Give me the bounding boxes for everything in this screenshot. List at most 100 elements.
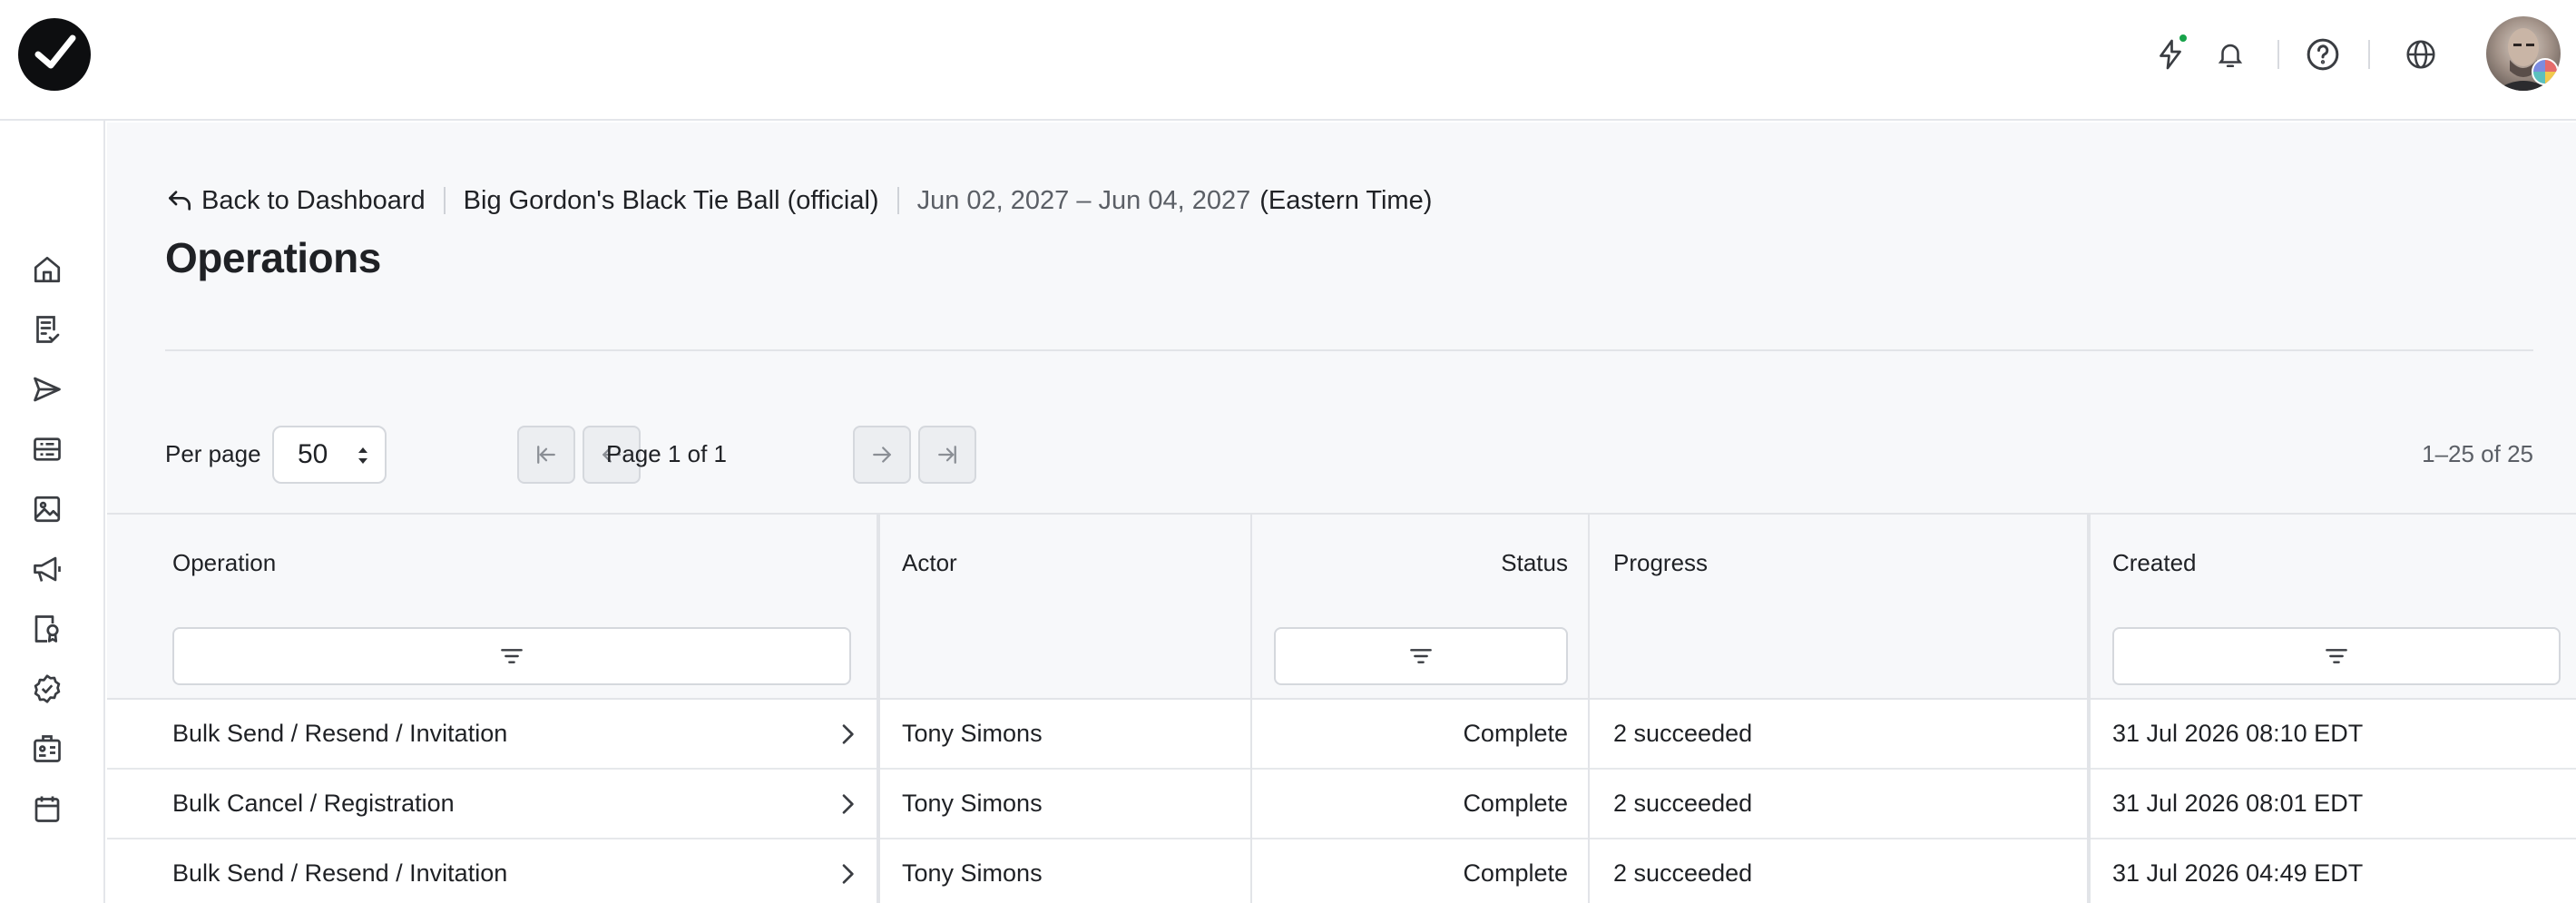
sidebar-item-calendar[interactable] — [24, 785, 71, 832]
column-header-operation[interactable]: Operation — [172, 549, 276, 577]
chevron-right-icon[interactable] — [833, 859, 862, 888]
globe-icon[interactable] — [2392, 25, 2450, 83]
status-cell: Complete — [1463, 790, 1568, 817]
sidebar-item-credentials[interactable] — [24, 605, 71, 653]
sidebar-item-media[interactable] — [24, 486, 71, 533]
sidebar-item-tasks[interactable] — [24, 306, 71, 353]
operation-cell[interactable]: Bulk Send / Resend / Invitation — [172, 720, 507, 748]
sidebar-item-send[interactable] — [24, 366, 71, 413]
page-indicator: Page 1 of 1 — [606, 440, 727, 467]
bolt-icon[interactable] — [2141, 25, 2199, 83]
actor-cell: Tony Simons — [902, 720, 1043, 747]
event-timezone: (Eastern Time) — [1259, 185, 1433, 215]
column-status: Status — [1254, 515, 1590, 700]
page-title: Operations — [165, 234, 381, 281]
column-header-actor[interactable]: Actor — [902, 549, 957, 577]
column-divider — [2087, 513, 2091, 903]
operations-table: Operation Actor Status Progress Created — [107, 513, 2576, 903]
created-filter-input[interactable] — [2112, 627, 2561, 685]
column-header-progress[interactable]: Progress — [1613, 549, 1708, 577]
column-header-status[interactable]: Status — [1501, 549, 1568, 577]
progress-cell: 2 succeeded — [1613, 790, 1753, 817]
operation-filter-input[interactable] — [172, 627, 851, 685]
event-dates: Jun 02, 2027 – Jun 04, 2027 — [916, 185, 1251, 215]
back-arrow-icon — [169, 191, 191, 211]
arrow-right-icon — [873, 447, 891, 463]
operation-cell[interactable]: Bulk Cancel / Registration — [172, 790, 455, 818]
check-circle-icon — [34, 674, 61, 703]
id-card-icon — [34, 735, 61, 762]
progress-cell: 2 succeeded — [1613, 859, 1753, 887]
column-created: Created — [2091, 515, 2576, 700]
status-filter-input[interactable] — [1274, 627, 1568, 685]
column-operation: Operation — [107, 515, 877, 700]
next-page-button[interactable] — [853, 426, 911, 484]
progress-cell: 2 succeeded — [1613, 720, 1753, 747]
operation-cell[interactable]: Bulk Send / Resend / Invitation — [172, 859, 507, 888]
event-name[interactable]: Big Gordon's Black Tie Ball (official) — [464, 186, 879, 216]
send-icon — [34, 377, 61, 402]
sidebar-item-badges[interactable] — [24, 725, 71, 772]
filter-icon — [501, 649, 523, 663]
main-content: Back to Dashboard Big Gordon's Black Tie… — [107, 123, 2576, 903]
column-divider — [877, 513, 880, 903]
back-label: Back to Dashboard — [201, 185, 426, 215]
table-row[interactable]: Bulk Cancel / Registration Tony Simons C… — [107, 770, 2576, 839]
top-bar — [0, 0, 2576, 121]
sidebar — [0, 121, 105, 903]
notification-dot — [2178, 33, 2189, 44]
filter-icon — [1410, 649, 1432, 663]
sort-caret-icon — [358, 447, 367, 464]
divider — [2368, 40, 2370, 69]
table-row[interactable]: Bulk Send / Resend / Invitation Tony Sim… — [107, 839, 2576, 903]
status-cell: Complete — [1463, 720, 1568, 747]
breadcrumb-divider — [443, 187, 446, 214]
column-header-created[interactable]: Created — [2112, 549, 2197, 577]
created-cell: 31 Jul 2026 08:10 EDT — [2112, 720, 2364, 747]
breadcrumb: Back to Dashboard Big Gordon's Black Tie… — [165, 182, 1432, 219]
sidebar-item-home[interactable] — [24, 246, 71, 293]
megaphone-icon — [34, 556, 61, 582]
status-cell: Complete — [1463, 859, 1568, 887]
sidebar-item-checkin[interactable] — [24, 665, 71, 712]
breadcrumb-divider — [896, 187, 899, 214]
chevron-right-icon[interactable] — [833, 790, 862, 819]
results-range: 1–25 of 25 — [2422, 440, 2533, 467]
per-page-value: 50 — [298, 439, 328, 469]
actor-cell: Tony Simons — [902, 859, 1043, 887]
first-page-icon — [537, 446, 555, 464]
table-header: Operation Actor Status Progress Created — [107, 513, 2576, 700]
checklist-icon — [36, 316, 60, 343]
column-progress: Progress — [1592, 515, 2089, 700]
per-page-select[interactable]: 50 — [272, 426, 387, 484]
created-cell: 31 Jul 2026 04:49 EDT — [2112, 859, 2364, 887]
column-divider — [1588, 513, 1590, 903]
logo-icon[interactable] — [18, 18, 91, 91]
list-icon — [34, 437, 61, 461]
table-row[interactable]: Bulk Send / Resend / Invitation Tony Sim… — [107, 700, 2576, 770]
chevron-right-icon[interactable] — [833, 720, 862, 749]
sidebar-item-campaigns[interactable] — [24, 545, 71, 593]
filter-icon — [2326, 649, 2347, 663]
back-to-dashboard-link[interactable]: Back to Dashboard — [165, 186, 426, 216]
divider — [165, 349, 2533, 351]
actor-cell: Tony Simons — [902, 790, 1043, 817]
avatar[interactable] — [2486, 16, 2561, 91]
bell-icon[interactable] — [2201, 25, 2259, 83]
divider — [2277, 40, 2279, 69]
last-page-icon — [938, 446, 956, 464]
top-actions — [2141, 25, 2541, 83]
first-page-button[interactable] — [517, 426, 575, 484]
badge-icon — [34, 615, 59, 643]
image-icon — [34, 496, 61, 523]
column-divider — [1250, 513, 1252, 903]
created-cell: 31 Jul 2026 08:01 EDT — [2112, 790, 2364, 817]
sidebar-item-lists[interactable] — [24, 426, 71, 473]
help-icon[interactable] — [2294, 25, 2352, 83]
status-badge-icon — [2532, 58, 2559, 85]
calendar-icon — [34, 796, 60, 822]
last-page-button[interactable] — [918, 426, 976, 484]
per-page-label: Per page — [165, 440, 261, 467]
pagination-bar: Per page 50 Page 1 of 1 1–25 of 25 — [165, 426, 2533, 484]
home-icon — [34, 256, 61, 283]
